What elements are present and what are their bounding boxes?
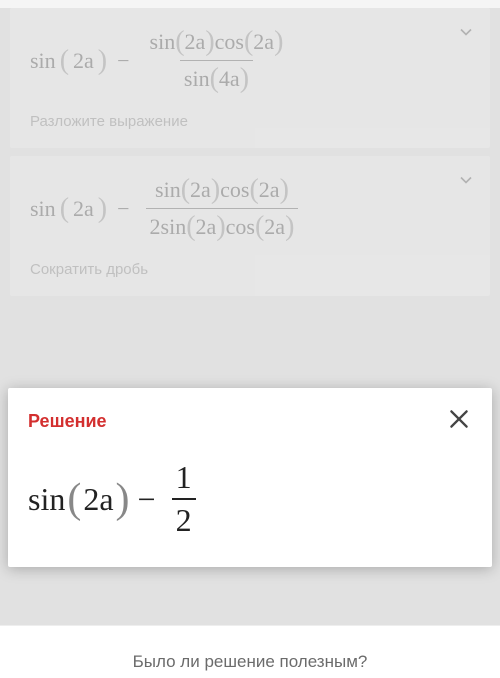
numerator: 1 [172,459,196,498]
solution-expression: sin ( 2a ) − 1 2 [28,459,472,539]
denominator: 2 [172,498,196,539]
close-icon[interactable] [446,406,472,437]
fraction: 1 2 [172,459,196,539]
solution-card: Решение sin ( 2a ) − 1 2 [8,388,492,567]
minus-sign: − [138,481,156,518]
modal-scrim [0,8,500,678]
solution-title: Решение [28,411,107,432]
arg: 2a [83,481,113,518]
fn-sin: sin [28,481,65,518]
paren-open: ( [67,475,81,523]
feedback-prompt: Было ли решение полезным? [0,625,500,678]
paren-close: ) [116,475,130,523]
